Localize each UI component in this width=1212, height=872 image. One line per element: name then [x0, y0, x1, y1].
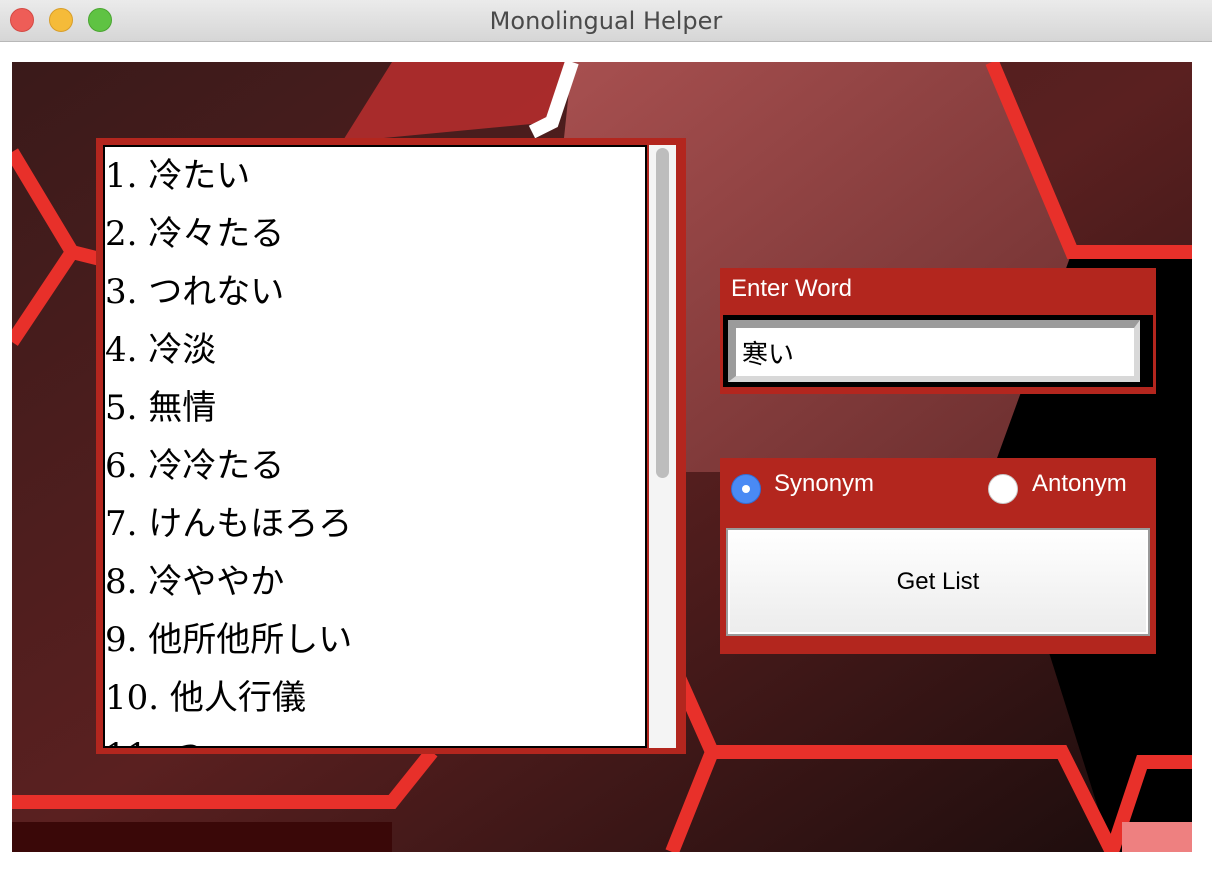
word-input[interactable]: [728, 320, 1140, 382]
list-item[interactable]: 5. 無情: [105, 379, 645, 437]
options-panel: Synonym Antonym Get List: [720, 458, 1156, 654]
list-item[interactable]: 6. 冷冷たる: [105, 437, 645, 495]
synonym-radio[interactable]: [731, 474, 761, 504]
scrollbar-thumb[interactable]: [656, 148, 669, 478]
list-item[interactable]: 8. 冷ややか: [105, 553, 645, 611]
window-title: Monolingual Helper: [489, 7, 723, 35]
word-input-panel: Enter Word: [720, 268, 1156, 394]
list-item[interactable]: 1. 冷たい: [105, 147, 645, 205]
list-item[interactable]: 10. 他人行儀: [105, 669, 645, 727]
title-bar: Monolingual Helper: [0, 0, 1212, 42]
list-item[interactable]: 7. けんもほろろ: [105, 495, 645, 553]
results-list[interactable]: 1. 冷たい 2. 冷々たる 3. つれない 4. 冷淡 5. 無情 6. 冷冷…: [103, 145, 647, 748]
list-item[interactable]: 2. 冷々たる: [105, 205, 645, 263]
list-item[interactable]: 11. つ: [105, 727, 645, 746]
list-item[interactable]: 3. つれない: [105, 263, 645, 321]
list-item[interactable]: 4. 冷淡: [105, 321, 645, 379]
word-field-border: [723, 315, 1153, 387]
synonym-label[interactable]: Synonym: [774, 470, 874, 498]
get-list-button[interactable]: Get List: [726, 528, 1150, 636]
list-item[interactable]: 9. 他所他所しい: [105, 611, 645, 669]
antonym-label[interactable]: Antonym: [1032, 470, 1127, 498]
enter-word-label: Enter Word: [731, 275, 852, 302]
results-scrollbar[interactable]: [649, 145, 676, 748]
results-list-panel: 1. 冷たい 2. 冷々たる 3. つれない 4. 冷淡 5. 無情 6. 冷冷…: [96, 138, 686, 754]
antonym-radio[interactable]: [988, 474, 1018, 504]
